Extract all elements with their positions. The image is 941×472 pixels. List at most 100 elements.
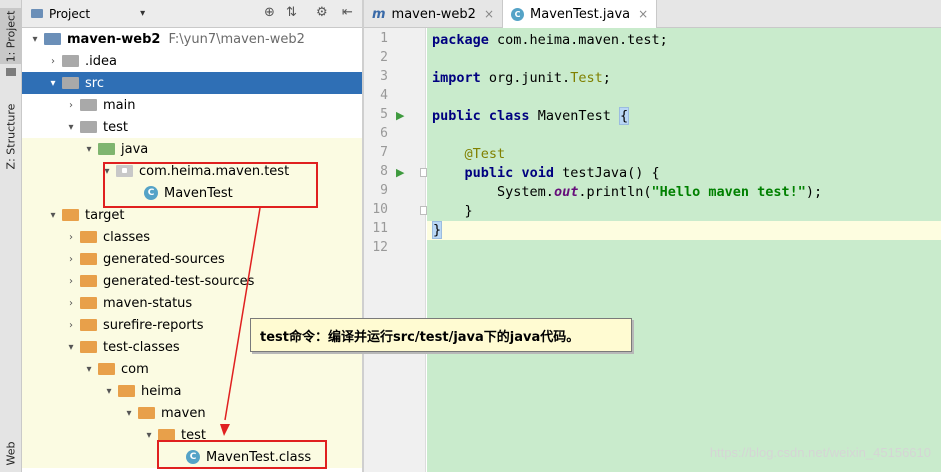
project-tool-icon [6,68,16,76]
tree-item-heima[interactable]: ▾ heima [22,380,362,402]
collapse-all-icon[interactable]: ⇅ [286,5,297,20]
project-panel-header: Project ▾ ⊕ ⇅ ⚙ ⇤ [22,0,362,28]
line-number: 4 [380,88,388,103]
code-area[interactable]: package com.heima.maven.test; import org… [427,28,941,472]
tree-item-label: maven-web2 [67,31,161,47]
structure-tool-tab[interactable]: Z: Structure [0,96,22,176]
tree-item-label: maven-status [103,295,193,311]
run-test-icon[interactable]: ▶ [396,166,404,179]
run-class-icon[interactable]: ▶ [396,109,404,122]
code-text: org.junit. [480,70,571,86]
code-line-1: package com.heima.maven.test; [427,31,941,50]
code-line-3: import org.junit.Test; [427,69,941,88]
tree-item-generated-sources[interactable]: › generated-sources [22,248,362,270]
close-icon[interactable]: × [484,7,494,21]
structure-tool-tab-label: Z: Structure [4,103,18,169]
tree-item-maven[interactable]: ▾ maven [22,402,362,424]
chevron-right-icon[interactable]: › [62,254,80,265]
tree-item-generated-test-sources[interactable]: › generated-test-sources [22,270,362,292]
code-line-11: } [427,221,941,240]
chevron-down-icon[interactable]: ▾ [140,430,158,441]
locate-file-icon[interactable]: ⊕ [264,5,275,20]
project-panel-title[interactable]: Project [49,7,90,21]
line-number: 8 [380,164,388,179]
annotation-callout: test命令：编译并运行src/test/java下的java代码。 [250,318,632,352]
line-number: 3 [380,69,388,84]
tab-maventest-java[interactable]: C MavenTest.java × [503,0,658,28]
test-source-folder-icon [98,143,115,155]
chevron-down-icon[interactable]: ▾ [140,8,145,19]
chevron-down-icon[interactable]: ▾ [100,386,118,397]
tree-item-label: main [103,97,136,113]
code-text: } [464,203,473,219]
line-number: 5 [380,107,388,122]
folder-icon [138,407,155,419]
line-number: 9 [380,183,388,198]
close-icon[interactable]: × [638,7,648,21]
tree-item-main[interactable]: › main [22,94,362,116]
highlight-box-compiled [157,440,327,469]
chevron-down-icon[interactable]: ▾ [62,342,80,353]
folder-icon [62,77,79,89]
tree-item-idea[interactable]: › .idea [22,50,362,72]
tab-label: MavenTest.java [530,6,631,22]
annotation: @Test [464,146,506,162]
folder-icon [118,385,135,397]
keyword: public [432,108,481,124]
chevron-down-icon[interactable]: ▾ [80,144,98,155]
chevron-right-icon[interactable]: › [62,320,80,331]
chevron-right-icon[interactable]: › [62,298,80,309]
keyword: void [521,165,554,181]
hide-panel-icon[interactable]: ⇤ [342,5,353,20]
project-path: F:\yun7\maven-web2 [168,31,305,47]
chevron-down-icon[interactable]: ▾ [44,210,62,221]
tab-label: maven-web2 [391,6,476,22]
tree-item-com[interactable]: ▾ com [22,358,362,380]
string-literal: "Hello maven test!" [651,184,806,200]
code-text: ); [805,184,823,200]
tree-item-maven-web2[interactable]: ▾ maven-web2 F:\yun7\maven-web2 [22,28,362,50]
chevron-right-icon[interactable]: › [44,56,62,67]
editor-gutter: 1 2 3 4 5 6 7 8 9 10 11 12 ▶ ▶ [364,28,427,472]
fold-icon[interactable] [420,206,427,215]
class-icon: C [511,7,525,21]
folder-icon [80,253,97,265]
matched-brace: } [432,221,443,239]
chevron-right-icon[interactable]: › [62,100,80,111]
tool-window-strip: 1: Project Z: Structure Web [0,0,22,472]
tree-item-maven-status[interactable]: › maven-status [22,292,362,314]
tree-item-classes[interactable]: › classes [22,226,362,248]
web-tool-tab-label: Web [4,441,18,465]
line-number: 2 [380,50,388,65]
matched-brace: { [618,107,630,125]
line-number: 1 [380,31,388,46]
tree-item-src[interactable]: ▾ src [22,72,362,94]
project-tool-tab-label: 1: Project [4,10,18,62]
project-panel: Project ▾ ⊕ ⇅ ⚙ ⇤ ▾ maven-web2 F:\yun7\m… [22,0,362,472]
code-line-8: public void testJava() { [427,164,941,183]
chevron-down-icon[interactable]: ▾ [120,408,138,419]
tab-maven-web2[interactable]: m maven-web2 × [364,0,504,28]
folder-icon [80,297,97,309]
chevron-down-icon[interactable]: ▾ [44,78,62,89]
code-line-5: public class MavenTest { [427,107,941,126]
chevron-right-icon[interactable]: › [62,276,80,287]
web-tool-tab[interactable]: Web [0,434,22,472]
tree-item-label: test [103,119,128,135]
tree-item-label: surefire-reports [103,317,204,333]
tree-item-java[interactable]: ▾ java [22,138,362,160]
maven-icon: m [372,6,386,22]
chevron-down-icon[interactable]: ▾ [80,364,98,375]
keyword: public [464,165,514,181]
type-name: Test [570,70,603,86]
watermark: https://blog.csdn.net/weixin_45156610 [709,445,931,460]
fold-icon[interactable] [420,168,427,177]
tree-item-test[interactable]: ▾ test [22,116,362,138]
chevron-down-icon[interactable]: ▾ [26,34,44,45]
chevron-right-icon[interactable]: › [62,232,80,243]
folder-icon [62,55,79,67]
gear-icon[interactable]: ⚙ [316,5,328,20]
project-tool-tab[interactable]: 1: Project [0,8,22,64]
folder-icon [80,231,97,243]
chevron-down-icon[interactable]: ▾ [62,122,80,133]
